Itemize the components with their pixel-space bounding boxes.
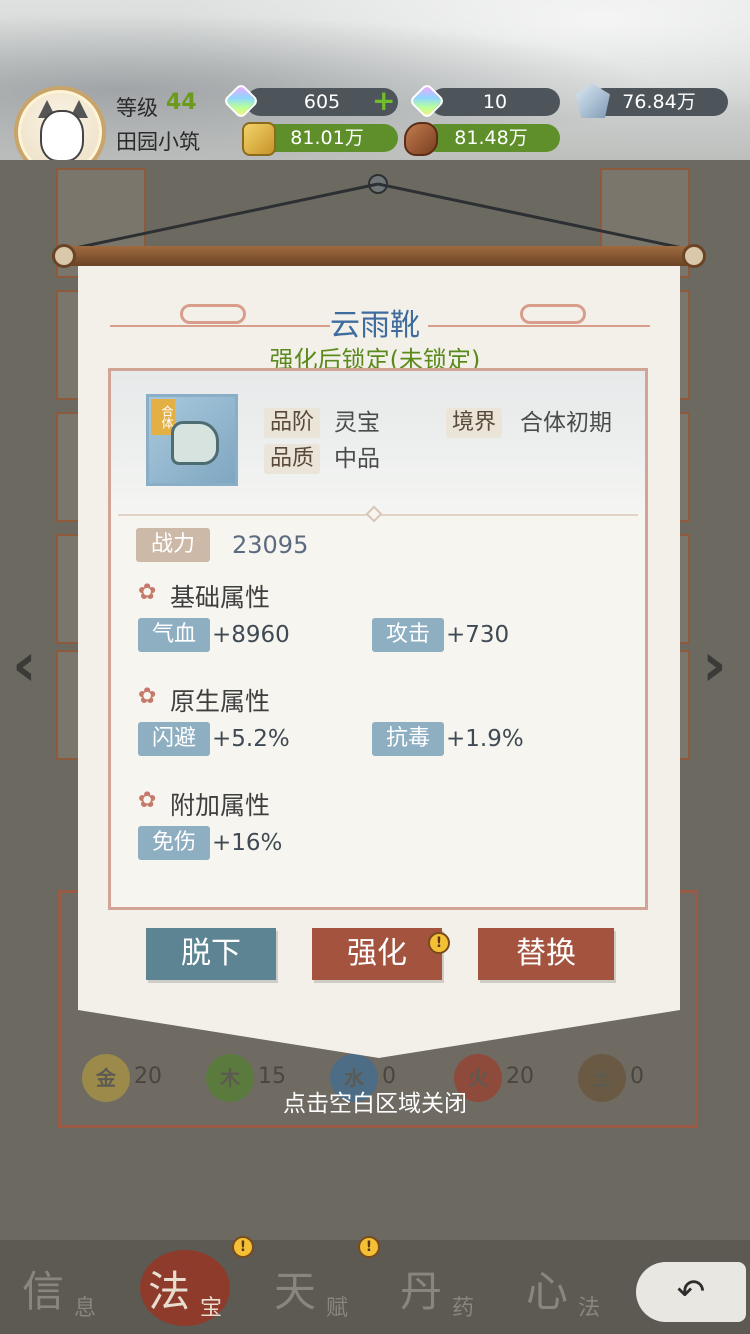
boot-icon bbox=[171, 421, 219, 465]
tab-pills-big: 丹 bbox=[400, 1267, 443, 1316]
attr-poison-res-value: +1.9% bbox=[446, 726, 524, 752]
flower-icon: ✿ bbox=[138, 580, 157, 605]
tab-treasure-small: 宝 bbox=[200, 1296, 223, 1321]
flower-icon: ✿ bbox=[138, 684, 157, 709]
close-hint[interactable]: 点击空白区域关闭 bbox=[0, 1084, 750, 1118]
scroll-hanging-rope bbox=[65, 182, 693, 252]
tab-talent-big: 天 bbox=[274, 1267, 317, 1316]
prev-item-arrow-icon[interactable]: ‹ bbox=[12, 630, 37, 700]
quality-label: 品质 bbox=[264, 444, 321, 474]
grade-value: 灵宝 bbox=[334, 410, 380, 436]
next-item-arrow-icon[interactable]: › bbox=[702, 630, 727, 700]
tab-mind-small: 法 bbox=[578, 1296, 601, 1321]
tab-talent-small: 赋 bbox=[326, 1296, 349, 1321]
realm-label: 境界 bbox=[446, 408, 503, 438]
tab-pills-small: 药 bbox=[452, 1296, 475, 1321]
attr-poison-res-label: 抗毒 bbox=[372, 722, 444, 756]
back-arrow-icon[interactable]: ↶ bbox=[636, 1262, 746, 1322]
item-name: 云雨靴 bbox=[330, 308, 420, 343]
tab-mind-method[interactable]: 心 法 bbox=[504, 1240, 630, 1334]
extra-attrs-title: 附加属性 bbox=[170, 791, 271, 820]
attr-hp-value: +8960 bbox=[212, 622, 290, 648]
attr-hp-label: 气血 bbox=[138, 618, 210, 652]
replace-button[interactable]: 替换 bbox=[478, 928, 614, 980]
scroll-rod-end-right bbox=[682, 244, 706, 268]
tab-alert-badge: ! bbox=[232, 1236, 254, 1258]
realm-value: 合体初期 bbox=[520, 410, 612, 436]
unequip-button[interactable]: 脱下 bbox=[146, 928, 276, 980]
quality-value: 中品 bbox=[334, 446, 380, 472]
native-attrs-title: 原生属性 bbox=[170, 687, 271, 716]
tab-pills[interactable]: 丹 药 bbox=[378, 1240, 504, 1334]
combat-power-value: 23095 bbox=[232, 531, 309, 559]
enhance-button[interactable]: 强化 bbox=[312, 928, 442, 980]
enhance-alert-badge: ! bbox=[428, 932, 450, 954]
boots-item-icon: 合体 bbox=[146, 394, 238, 486]
flower-icon: ✿ bbox=[138, 788, 157, 813]
scroll-rod-end-left bbox=[52, 244, 76, 268]
tab-talent[interactable]: 天 赋 bbox=[252, 1240, 378, 1334]
attr-attack-value: +730 bbox=[446, 622, 510, 648]
tab-info-big: 信 bbox=[22, 1267, 65, 1316]
base-attrs-title: 基础属性 bbox=[170, 583, 271, 612]
tab-info-small: 息 bbox=[74, 1296, 97, 1321]
scroll-rod bbox=[52, 246, 706, 266]
attr-attack-label: 攻击 bbox=[372, 618, 444, 652]
attr-dmg-reduction-value: +16% bbox=[212, 830, 283, 856]
combat-power-label: 战力 bbox=[136, 528, 210, 562]
tab-treasure-big: 法 bbox=[148, 1267, 191, 1316]
attr-dmg-reduction-label: 免伤 bbox=[138, 826, 210, 860]
attr-dodge-value: +5.2% bbox=[212, 726, 290, 752]
grade-label: 品阶 bbox=[264, 408, 321, 438]
tab-mind-big: 心 bbox=[526, 1267, 569, 1316]
tab-alert-badge: ! bbox=[358, 1236, 380, 1258]
attr-dodge-label: 闪避 bbox=[138, 722, 210, 756]
tab-info[interactable]: 信 息 bbox=[0, 1240, 126, 1334]
tab-treasure[interactable]: 法 宝 bbox=[126, 1240, 252, 1334]
